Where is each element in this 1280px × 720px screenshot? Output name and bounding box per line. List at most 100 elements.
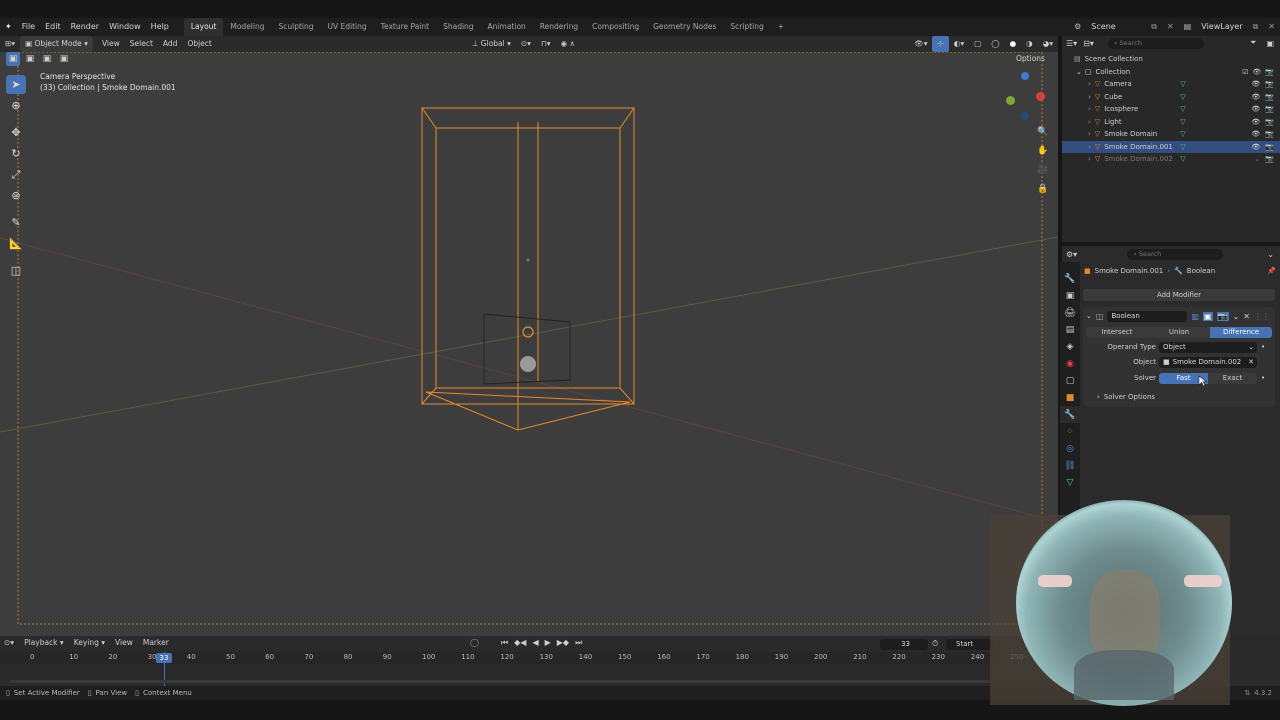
overlays-icon[interactable]: ◐▾ — [949, 36, 969, 52]
filter-icon[interactable]: ⏷ — [1250, 38, 1256, 48]
scene-icon[interactable]: ⚙ — [1069, 18, 1086, 36]
menu-edit[interactable]: Edit — [40, 18, 66, 36]
new-scene-icon[interactable]: ⧉ — [1146, 18, 1162, 36]
outliner-collection[interactable]: ⌄ ▢ Collection ☑ 👁 📷 — [1062, 66, 1280, 79]
outliner-scene-collection[interactable]: ▤ Scene Collection — [1062, 53, 1280, 66]
outliner-item[interactable]: › ▽ Smoke Domain ▽ 👁 📷 — [1062, 128, 1280, 141]
measure-tool-icon[interactable]: 📐 — [6, 234, 26, 253]
visibility-eye-icon[interactable]: 👁 — [1251, 93, 1260, 101]
render-camera-icon[interactable]: 📷 — [1265, 130, 1274, 138]
pan-hand-icon[interactable]: ✋ — [1036, 144, 1050, 158]
delete-scene-icon[interactable]: ✕ — [1162, 18, 1179, 36]
delete-viewlayer-icon[interactable]: ✕ — [1263, 18, 1280, 36]
outliner-search-field[interactable]: ⌕ Search — [1107, 37, 1204, 49]
constraints-tab-icon[interactable]: ⛓ — [1060, 457, 1080, 474]
render-camera-icon[interactable]: 📷 — [1265, 155, 1274, 163]
visibility-eye-icon[interactable]: ⌄ — [1254, 155, 1260, 163]
keyframe-dot-icon[interactable]: • — [1261, 343, 1265, 351]
visibility-eye-icon[interactable]: 👁 — [1251, 80, 1260, 88]
solver-options-subpanel[interactable]: › Solver Options — [1097, 393, 1155, 401]
zoom-icon[interactable]: 🔍 — [1036, 125, 1050, 139]
expand-arrow-icon[interactable]: › — [1088, 93, 1091, 101]
operation-union[interactable]: Union — [1148, 327, 1210, 338]
viewport-toggle-icon[interactable]: ▣ — [1203, 311, 1213, 321]
collection-visibility-icon[interactable]: 👁 — [1252, 68, 1261, 76]
menu-help[interactable]: Help — [146, 18, 174, 36]
new-viewlayer-icon[interactable]: ⧉ — [1248, 18, 1264, 36]
drag-handle-icon[interactable]: ⋮⋮ — [1254, 312, 1270, 321]
viewport-menu-add[interactable]: Add — [158, 36, 183, 52]
gizmo-toggle-icon[interactable]: ⊹ — [932, 36, 949, 52]
viewport-menu-select[interactable]: Select — [125, 36, 158, 52]
render-camera-icon[interactable]: 📷 — [1265, 93, 1274, 101]
workspace-tab-scripting[interactable]: Scripting — [723, 18, 770, 36]
outliner-item[interactable]: › ▽ Light ▽ 👁 📷 — [1062, 116, 1280, 129]
physics-tab-icon[interactable]: ◎ — [1060, 440, 1080, 457]
object-data-icon[interactable]: ▽ — [1180, 93, 1185, 101]
menu-file[interactable]: File — [17, 18, 40, 36]
properties-editor-type-icon[interactable]: ⚙▾ — [1066, 250, 1077, 259]
viewport-menu-object[interactable]: Object — [182, 36, 216, 52]
transform-tool-icon[interactable]: ⊛ — [6, 186, 26, 205]
shading-solid-icon[interactable]: ● — [1005, 36, 1022, 52]
x-axis-gizmo-dot[interactable] — [1036, 92, 1045, 101]
object-data-icon[interactable]: ▽ — [1180, 105, 1185, 113]
outliner-item[interactable]: › ▽ Smoke Domain.001 ▽ 👁 📷 — [1062, 140, 1280, 153]
frame-ruler[interactable]: 0 10 20 30 40 50 60 70 80 90 100 110 120 130 140 150 160… — [0, 652, 1023, 664]
lock-icon[interactable]: 🔒 — [1036, 182, 1050, 196]
current-frame-field[interactable]: 33 — [880, 639, 928, 650]
neg-z-axis-gizmo-dot[interactable] — [1021, 112, 1029, 120]
timeline-menu-keying[interactable]: Keying ▾ — [74, 638, 105, 647]
proportional-edit-icon[interactable]: ◉ ∧ — [556, 36, 580, 52]
object-data-icon[interactable]: ▽ — [1180, 80, 1185, 88]
object-tab-icon[interactable]: ■ — [1060, 389, 1080, 406]
outliner-item[interactable]: › ▽ Smoke Domain.002 ▽ ⌄ 📷 — [1062, 153, 1280, 166]
move-tool-icon[interactable]: ✥ — [6, 123, 26, 142]
modifier-tab-icon[interactable]: 🔧 — [1060, 406, 1080, 423]
playhead-frame-badge[interactable]: 33 — [156, 653, 172, 663]
object-data-icon[interactable]: ▽ — [1180, 130, 1185, 138]
outliner-editor-type-icon[interactable]: ☰▾ — [1066, 39, 1077, 48]
object-data-icon[interactable]: ▽ — [1180, 143, 1185, 151]
select-intersect-mode-icon[interactable]: ▣ — [57, 52, 71, 66]
z-axis-gizmo-dot[interactable] — [1021, 72, 1029, 80]
workspace-tab-rendering[interactable]: Rendering — [533, 18, 585, 36]
properties-options-icon[interactable]: ⌄ — [1267, 250, 1274, 259]
workspace-tab-modeling[interactable]: Modeling — [223, 18, 271, 36]
camera-view-icon[interactable]: 🎥 — [1036, 163, 1050, 177]
render-toggle-icon[interactable]: 📷 — [1216, 311, 1229, 321]
modifier-dropdown-icon[interactable]: ⌄ — [1233, 312, 1240, 321]
select-extend-mode-icon[interactable]: ▣ — [23, 52, 37, 66]
visibility-eye-icon[interactable]: 👁 — [1251, 105, 1260, 113]
visibility-icon[interactable]: 👁▾ — [909, 36, 932, 52]
tool-tab-icon[interactable]: 🔧 — [1060, 270, 1080, 287]
operation-difference[interactable]: Difference — [1210, 327, 1272, 338]
collection-expand-icon[interactable]: ⌄ — [1076, 68, 1082, 76]
scene-tab-icon[interactable]: ◈ — [1060, 338, 1080, 355]
mode-selector[interactable]: ▣ Object Mode ▾ — [20, 36, 93, 52]
add-workspace-button[interactable]: + — [771, 18, 791, 36]
scale-tool-icon[interactable]: ⤢ — [6, 165, 26, 184]
workspace-tab-animation[interactable]: Animation — [481, 18, 533, 36]
workspace-tab-layout[interactable]: Layout — [183, 18, 224, 36]
scene-selector[interactable]: Scene — [1086, 18, 1146, 36]
jump-end-icon[interactable]: ⏭ — [575, 638, 582, 648]
collection-tab-icon[interactable]: ▢ — [1060, 372, 1080, 389]
shading-rendered-icon[interactable]: ◕▾ — [1038, 36, 1058, 52]
expand-arrow-icon[interactable]: › — [1088, 130, 1091, 138]
workspace-tab-uv-editing[interactable]: UV Editing — [321, 18, 374, 36]
object-data-icon[interactable]: ▽ — [1180, 118, 1185, 126]
pin-icon[interactable]: 📌 — [1267, 267, 1276, 275]
particles-tab-icon[interactable]: ⁘ — [1060, 423, 1080, 440]
workspace-tab-shading[interactable]: Shading — [436, 18, 480, 36]
outliner-item[interactable]: › ▽ Camera ▽ 👁 📷 — [1062, 78, 1280, 91]
options-dropdown[interactable]: Options — [1016, 54, 1045, 63]
add-cube-tool-icon[interactable]: ◫ — [6, 261, 26, 280]
prev-keyframe-icon[interactable]: ◆◀ — [514, 638, 526, 648]
transform-orientation-selector[interactable]: ⊥ Global ▾ — [467, 36, 516, 52]
solver-exact[interactable]: Exact — [1208, 373, 1257, 384]
output-tab-icon[interactable]: 🖨 — [1060, 304, 1080, 321]
workspace-tab-geometry-nodes[interactable]: Geometry Nodes — [646, 18, 723, 36]
next-keyframe-icon[interactable]: ▶◆ — [557, 638, 569, 648]
expand-arrow-icon[interactable]: › — [1088, 155, 1091, 163]
